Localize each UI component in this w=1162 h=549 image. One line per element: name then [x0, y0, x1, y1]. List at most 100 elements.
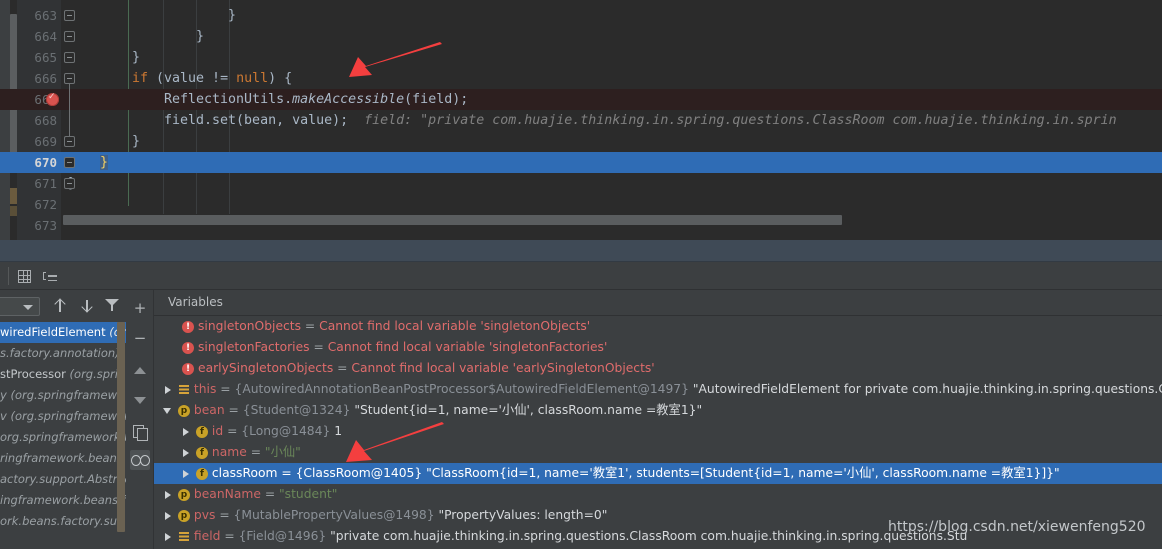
chevron-right-icon[interactable] [162, 510, 173, 521]
variables-tree[interactable]: ! singletonObjects = Cannot find local va… [154, 316, 1162, 549]
fold-marker-icon[interactable] [64, 10, 75, 21]
frame-row[interactable]: ork.beans.factory.sup [0, 511, 126, 532]
frames-scrollbar-thumb[interactable] [117, 322, 125, 532]
error-icon: ! [182, 320, 194, 333]
list-view-icon[interactable] [40, 267, 60, 285]
code-token: field.set(bean, value); [164, 113, 349, 128]
variable-row[interactable]: this = {AutowiredAnnotationBeanPostProce… [154, 379, 1162, 400]
frames-list[interactable]: wiredFieldElement (or s.factory.annotatio… [0, 322, 126, 549]
frame-package: ingframework.beans.fa [0, 493, 126, 507]
frames-filter-icon[interactable] [105, 298, 121, 314]
variable-value: Cannot find local variable 'singletonObj… [319, 319, 591, 333]
fold-marker-icon[interactable] [64, 52, 75, 63]
chevron-right-icon[interactable] [162, 489, 173, 500]
frames-up-icon[interactable] [52, 298, 68, 314]
frame-row[interactable]: s.factory.annotation) [0, 343, 126, 364]
chevron-right-icon[interactable] [180, 468, 191, 479]
frame-method: wiredFieldElement [0, 325, 106, 339]
frames-down-icon[interactable] [79, 298, 95, 314]
frame-row[interactable]: ringframework.beans.f [0, 448, 126, 469]
code-editor[interactable]: }}} if (value != null) {ReflectionUtils.m… [0, 0, 1162, 240]
fold-marker-icon[interactable] [64, 178, 75, 189]
variable-equals: = [301, 319, 320, 333]
code-line[interactable]: } [0, 131, 1162, 152]
variables-panel: Variables ! singletonObjects = Cannot fin… [154, 290, 1162, 549]
frame-row[interactable]: stProcessor (org.sprin [0, 364, 126, 385]
fold-marker-icon[interactable] [64, 157, 75, 168]
fold-marker-icon[interactable] [64, 136, 75, 147]
frame-row[interactable]: ingframework.beans.fa [0, 490, 126, 511]
variable-name: field [193, 529, 221, 543]
chevron-right-icon[interactable] [162, 384, 173, 395]
chevron-right-icon[interactable] [180, 447, 191, 458]
variable-row[interactable]: f name = "小仙" [154, 442, 1162, 463]
frame-package: ork.beans.factory.sup [0, 514, 125, 528]
code-line[interactable]: field.set(bean, value); field: "private … [0, 110, 1162, 131]
table-view-icon[interactable] [14, 267, 34, 285]
variable-equals: = [277, 466, 296, 480]
watches-toggle-button[interactable] [130, 450, 150, 470]
variable-type: {Long@1484} [241, 424, 335, 438]
remove-watch-button[interactable]: − [130, 328, 150, 348]
add-watch-button[interactable]: + [130, 298, 150, 318]
frame-row[interactable]: wiredFieldElement (or [0, 322, 126, 343]
code-token: ReflectionUtils. [164, 92, 293, 107]
variable-equals: = [309, 340, 328, 354]
variable-name: singletonObjects [198, 319, 301, 333]
frame-package: org.springframework.b [0, 430, 126, 444]
variable-row[interactable]: f classRoom = {ClassRoom@1405} "ClassRoom… [154, 463, 1162, 484]
chevron-right-icon[interactable] [162, 531, 173, 542]
frame-row[interactable]: actory.support.Abstract [0, 469, 126, 490]
thread-selector-combo[interactable] [0, 297, 40, 316]
variable-row[interactable]: ! earlySingletonObjects = Cannot find loc… [154, 358, 1162, 379]
fold-marker-icon[interactable] [64, 31, 75, 42]
chevron-down-icon[interactable] [162, 405, 173, 416]
code-line[interactable]: } [0, 47, 1162, 68]
code-token: } [100, 155, 109, 170]
frames-panel[interactable]: wiredFieldElement (or s.factory.annotatio… [0, 290, 126, 549]
editor-debug-divider[interactable] [0, 240, 1162, 262]
line-number: 663 [34, 8, 57, 23]
variable-row[interactable]: p beanName = "student" [154, 484, 1162, 505]
variable-row[interactable]: ! singletonFactories = Cannot find local … [154, 337, 1162, 358]
move-down-button[interactable] [130, 390, 150, 410]
code-line[interactable]: ReflectionUtils.makeAccessible(field); [0, 89, 1162, 110]
frame-row[interactable]: org.springframework.b [0, 427, 126, 448]
frame-package: y (org.springframewo [0, 388, 125, 402]
variable-row[interactable]: f id = {Long@1484} 1 [154, 421, 1162, 442]
chevron-right-icon[interactable] [180, 426, 191, 437]
debug-toolbar [0, 262, 1162, 290]
variables-tab-bar[interactable]: Variables [154, 290, 1162, 316]
code-line[interactable]: } [0, 5, 1162, 26]
code-token: (value != [148, 71, 237, 86]
frame-method: stProcessor [0, 367, 66, 381]
code-line[interactable]: } [0, 152, 1162, 173]
breakpoint-icon[interactable] [46, 91, 59, 106]
error-icon: ! [182, 341, 194, 354]
variable-name: singletonFactories [198, 340, 310, 354]
toolbar-separator [8, 267, 9, 285]
move-up-button[interactable] [130, 360, 150, 380]
editor-hscrollbar-thumb[interactable] [63, 215, 842, 225]
variable-name: this [193, 382, 217, 396]
error-icon: ! [182, 362, 194, 375]
copy-value-button[interactable] [130, 422, 150, 442]
frame-row[interactable]: y (org.springframewo [0, 385, 126, 406]
fold-marker-icon[interactable] [64, 73, 75, 84]
variable-name: classRoom [211, 466, 278, 480]
variable-row[interactable]: ! singletonObjects = Cannot find local va… [154, 316, 1162, 337]
frame-package: s.factory.annotation) [0, 346, 120, 360]
variable-equals: = [224, 403, 243, 417]
code-line[interactable]: } [0, 173, 1162, 194]
variable-type: {MutablePropertyValues@1498} [233, 508, 439, 522]
field-icon: p [177, 488, 190, 501]
variable-type: {ClassRoom@1405} [295, 466, 427, 480]
code-line[interactable] [0, 194, 1162, 215]
fold-connector [69, 84, 70, 137]
line-number: 664 [34, 29, 57, 44]
frame-row[interactable]: v (org.springframewor [0, 406, 126, 427]
variable-value: 1 [334, 424, 343, 438]
variable-row[interactable]: p bean = {Student@1324} "Student{id=1, na… [154, 400, 1162, 421]
code-line[interactable]: } [0, 26, 1162, 47]
code-line[interactable]: if (value != null) { [0, 68, 1162, 89]
